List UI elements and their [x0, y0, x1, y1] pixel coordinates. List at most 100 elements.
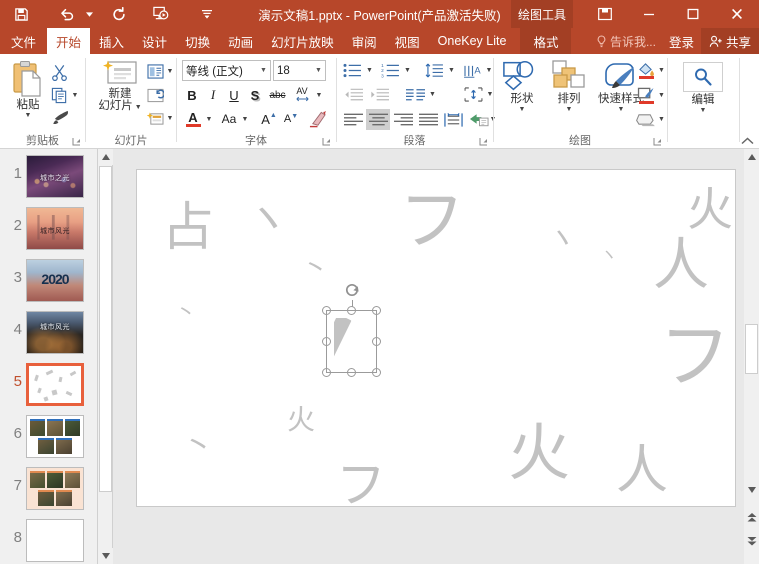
cut-button[interactable] — [48, 62, 70, 82]
increase-font-size-button[interactable]: A ▲ — [258, 108, 280, 130]
slide-thumbnail-3[interactable]: 3 2020 — [0, 255, 97, 307]
paste-button[interactable]: 粘贴 ▼ — [6, 60, 50, 119]
decrease-font-size-button[interactable]: A ▼ — [280, 108, 302, 130]
slide-area-scrollbar[interactable] — [744, 149, 759, 564]
diagonal-stroke-shape[interactable] — [334, 318, 368, 365]
shape-huo-2[interactable]: 火 — [287, 406, 315, 434]
clipboard-dialog-launcher[interactable] — [72, 137, 82, 147]
shape-huo-1[interactable]: 火 — [687, 186, 733, 232]
rotation-handle[interactable] — [344, 282, 362, 300]
slide-preview[interactable] — [26, 467, 84, 510]
tab-design[interactable]: 设计 — [133, 28, 176, 54]
convert-to-smartart-button[interactable] — [467, 109, 491, 130]
bold-button[interactable]: B — [182, 85, 202, 105]
distribute-text-button[interactable] — [441, 109, 465, 130]
decrease-indent-button[interactable] — [341, 84, 365, 105]
shape-ren-2[interactable]: 人 — [616, 445, 668, 497]
shape-effects-button[interactable] — [634, 109, 658, 130]
shape-fill-button[interactable] — [634, 59, 658, 81]
thumbnail-scroll-down-button[interactable] — [98, 548, 113, 564]
font-color-dropdown-icon[interactable]: ▼ — [204, 108, 214, 130]
font-color-button[interactable]: A — [182, 108, 204, 130]
tell-me-box[interactable]: 告诉我... — [590, 33, 662, 50]
tab-onekey-lite[interactable]: OneKey Lite — [429, 28, 516, 54]
justify-button[interactable] — [416, 109, 440, 130]
shape-fu-1[interactable]: フ — [399, 188, 465, 254]
shape-effects-dropdown-icon[interactable]: ▼ — [657, 109, 666, 130]
italic-button[interactable]: I — [203, 85, 223, 105]
slide-layout-button[interactable] — [144, 61, 166, 81]
align-center-button[interactable] — [366, 109, 390, 130]
font-family-dropdown-icon[interactable]: ▼ — [257, 67, 270, 74]
text-shadow-button[interactable]: S — [245, 85, 265, 105]
strikethrough-button[interactable]: abc — [266, 85, 289, 105]
slide-preview[interactable]: 城市之光 — [26, 155, 84, 198]
scrollbar-thumb[interactable] — [745, 324, 758, 374]
line-spacing-button[interactable] — [423, 60, 446, 81]
underline-button[interactable]: U — [224, 85, 244, 105]
copy-button[interactable] — [48, 85, 70, 105]
ribbon-display-options-icon[interactable] — [583, 0, 627, 28]
align-text-vertical-button[interactable] — [461, 84, 485, 105]
font-dialog-launcher[interactable] — [322, 137, 332, 147]
line-spacing-dropdown-icon[interactable]: ▼ — [446, 60, 457, 81]
edit-button[interactable]: 编辑 ▼ — [680, 62, 726, 114]
columns-dropdown-icon[interactable]: ▼ — [427, 84, 438, 105]
minimize-icon[interactable] — [627, 0, 671, 28]
tab-format[interactable]: 格式 — [520, 28, 572, 54]
slide-preview[interactable] — [26, 519, 84, 562]
bullets-button[interactable] — [341, 60, 364, 81]
change-case-dropdown-icon[interactable]: ▼ — [240, 108, 250, 130]
shape-outline-dropdown-icon[interactable]: ▼ — [657, 84, 666, 106]
copy-dropdown-icon[interactable]: ▼ — [70, 85, 80, 105]
bullets-dropdown-icon[interactable]: ▼ — [364, 60, 375, 81]
slide-thumbnail-8[interactable]: 8 — [0, 515, 97, 564]
slide-thumbnail-6[interactable]: 6 — [0, 411, 97, 463]
previous-slide-button[interactable] — [744, 509, 759, 525]
shape-pie-3[interactable]: 丶 — [300, 252, 332, 287]
slide-edit-area[interactable]: 占 丶 フ 丶 丶 丶 人 火 丶 フ 丶 火 フ 火 人 — [113, 149, 744, 564]
columns-button[interactable] — [403, 84, 427, 105]
start-slideshow-icon[interactable] — [145, 1, 175, 27]
quick-styles-dropdown-icon[interactable]: ▼ — [618, 106, 625, 113]
align-left-button[interactable] — [341, 109, 365, 130]
slide-thumbnail-1[interactable]: 1 城市之光 — [0, 151, 97, 203]
shapes-button[interactable]: 形状 ▼ — [499, 60, 545, 113]
slide-preview[interactable]: 2020 — [26, 259, 84, 302]
text-direction-button[interactable]: A — [461, 60, 484, 81]
tab-file[interactable]: 文件 — [0, 28, 47, 54]
reset-slide-button[interactable] — [144, 85, 166, 105]
shape-fill-dropdown-icon[interactable]: ▼ — [657, 59, 666, 81]
thumbnail-pane-scrollbar[interactable] — [98, 149, 113, 564]
thumbnail-scrollbar-thumb[interactable] — [99, 166, 112, 492]
clear-formatting-button[interactable] — [305, 108, 329, 130]
arrange-button[interactable]: 排列 ▼ — [546, 60, 592, 113]
scroll-up-button[interactable] — [744, 149, 759, 165]
font-size-combo[interactable]: 18 ▼ — [273, 60, 326, 81]
shape-fu-2[interactable]: フ — [659, 320, 731, 392]
shape-fu-3[interactable]: フ — [336, 460, 386, 510]
next-slide-button[interactable] — [744, 533, 759, 549]
thumbnail-scroll-up-button[interactable] — [98, 149, 113, 165]
shape-pie-5[interactable]: 丶 — [174, 299, 197, 326]
new-slide-dropdown-icon[interactable]: ▼ — [133, 104, 142, 111]
slide-thumbnail-4[interactable]: 4 城市风光 — [0, 307, 97, 359]
new-slide-button[interactable]: 新建 幻灯片 ▼ — [94, 59, 146, 112]
selected-shape-container[interactable] — [322, 283, 381, 377]
undo-icon[interactable] — [52, 1, 82, 27]
shape-pie-4[interactable]: 丶 — [599, 245, 620, 268]
slide-thumbnail-5[interactable]: 5 — [0, 359, 97, 411]
character-spacing-dropdown-icon[interactable]: ▼ — [314, 85, 324, 105]
shape-zhan[interactable]: 占 — [162, 202, 214, 254]
drawing-dialog-launcher[interactable] — [653, 137, 663, 147]
shape-outline-button[interactable] — [634, 84, 658, 106]
collapse-ribbon-button[interactable] — [741, 137, 754, 145]
shapes-dropdown-icon[interactable]: ▼ — [519, 106, 526, 113]
shape-pie-1[interactable]: 丶 — [241, 190, 296, 251]
tab-transitions[interactable]: 切换 — [176, 28, 219, 54]
edit-dropdown-icon[interactable]: ▼ — [700, 107, 707, 114]
close-icon[interactable] — [715, 0, 759, 28]
slide-thumbnail-7[interactable]: 7 — [0, 463, 97, 515]
shape-pie-2[interactable]: 丶 — [543, 220, 581, 262]
font-size-dropdown-icon[interactable]: ▼ — [312, 67, 325, 74]
